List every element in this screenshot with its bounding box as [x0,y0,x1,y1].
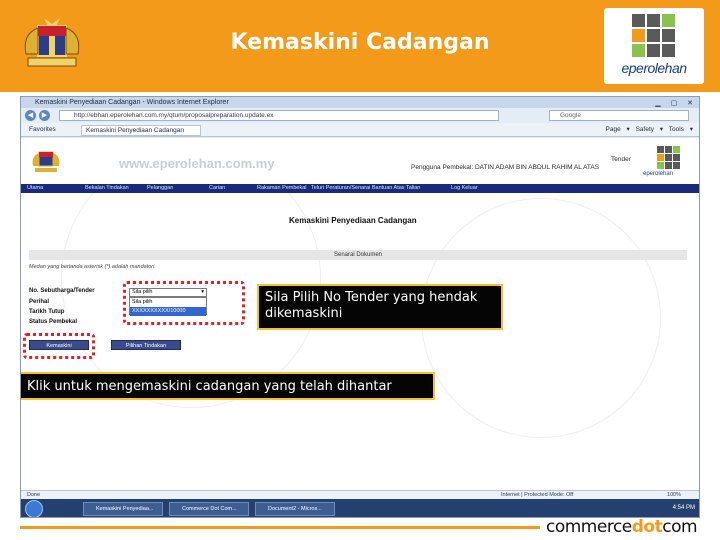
callout-update-button: Klik untuk mengemaskini cadangan yang te… [21,372,435,400]
logo-part: com [662,517,698,537]
menu-item[interactable]: Teluri Peraturan/Senarai Bantuan Atas Ta… [311,184,420,193]
label-tender-no: No. Sebutharga/Tender [29,288,95,294]
command-bar[interactable]: Page ▾ Safety ▾ Tools ▾ [606,123,693,137]
label-status: Status Pembekal [29,319,78,325]
tender-select-highlight [123,281,245,325]
section-title: Senarai Dokumen [29,250,687,260]
callout-select-tender: Sila Pilih No Tender yang hendak dikemas… [257,284,503,330]
window-titlebar: Kemaskini Penyediaan Cadangan - Windows … [21,97,699,108]
forward-icon[interactable]: ▶ [39,110,50,121]
slide: Kemaskini Cadangan eperolehan Kemaskini … [0,0,720,540]
menu-item[interactable]: Bekalan Tindakan [85,184,129,193]
eperolehan-logo: eperolehan [604,8,704,84]
browser-tab[interactable]: Kemaskini Penyediaan Cadangan [81,125,201,136]
site-tender-label: Tender [611,156,631,163]
pilihan-tindakan-button[interactable]: Pilihan Tindakan [111,340,181,350]
address-bar[interactable]: http://ebhan.eperolehan.com.my/qtum/prop… [59,110,499,121]
footer-bar [20,526,540,529]
site-crest-icon [32,151,60,172]
menu-item[interactable]: Rakaman Pembekal [257,184,307,193]
kemaskini-button-highlight [23,333,95,359]
status-bar: Done Internet | Protected Mode: Off 100% [21,490,699,499]
menu-item[interactable]: Pelanggan [147,184,173,193]
taskbar-item[interactable]: Document2 - Micros... [255,502,335,516]
taskbar: Kemaskini Penyediaa... Commerce Dot Com.… [21,499,699,517]
taskbar-clock: 4:54 PM [672,505,695,511]
search-input[interactable]: Google [549,110,689,121]
menu-item[interactable]: Log Keluar [451,184,478,193]
address-toolbar: ◀ ▶ http://ebhan.eperolehan.com.my/qtum/… [21,108,699,123]
browser-screenshot: Kemaskini Penyediaan Cadangan - Windows … [20,96,700,518]
site-menu: Utama Bekalan Tindakan Pelanggan Carian … [21,184,699,193]
mandatory-note: Medan yang bertanda asterisk (*) adalah … [29,264,156,270]
web-page: www.eperolehan.com.my Pengguna Pembekal:… [21,138,699,490]
favorites-button[interactable]: Favorites [29,123,56,137]
eperolehan-grid-icon [632,14,675,57]
site-url-text: www.eperolehan.com.my [119,156,275,171]
taskbar-item[interactable]: Kemaskini Penyediaa... [83,502,163,516]
commercedotcom-logo: commercedotcom [546,517,712,539]
logo-part: commerce [546,517,632,537]
site-banner: www.eperolehan.com.my Pengguna Pembekal:… [21,138,699,184]
favorites-bar: Favorites Kemaskini Penyediaan Cadangan … [21,123,699,137]
windows-start-icon[interactable] [25,500,43,517]
label-perihal: Perihal [29,299,50,305]
taskbar-item[interactable]: Commerce Dot Com... [169,502,249,516]
page-heading: Kemaskini Penyediaan Cadangan [289,216,417,225]
label-tarikh-tutup: Tarikh Tutup [29,309,65,315]
site-user-info: Pengguna Pembekal: DATIN ADAM BIN ABDUL … [411,164,600,171]
menu-item[interactable]: Carian [209,184,225,193]
menu-item[interactable]: Utama [27,184,43,193]
header-bar: Kemaskini Cadangan eperolehan [0,0,720,92]
window-title: Kemaskini Penyediaan Cadangan - Windows … [35,99,229,106]
logo-part: dot [631,517,663,537]
site-logo-text: eperolehan [643,171,674,177]
eperolehan-logo-text: eperolehan [621,60,687,76]
back-icon[interactable]: ◀ [25,110,36,121]
